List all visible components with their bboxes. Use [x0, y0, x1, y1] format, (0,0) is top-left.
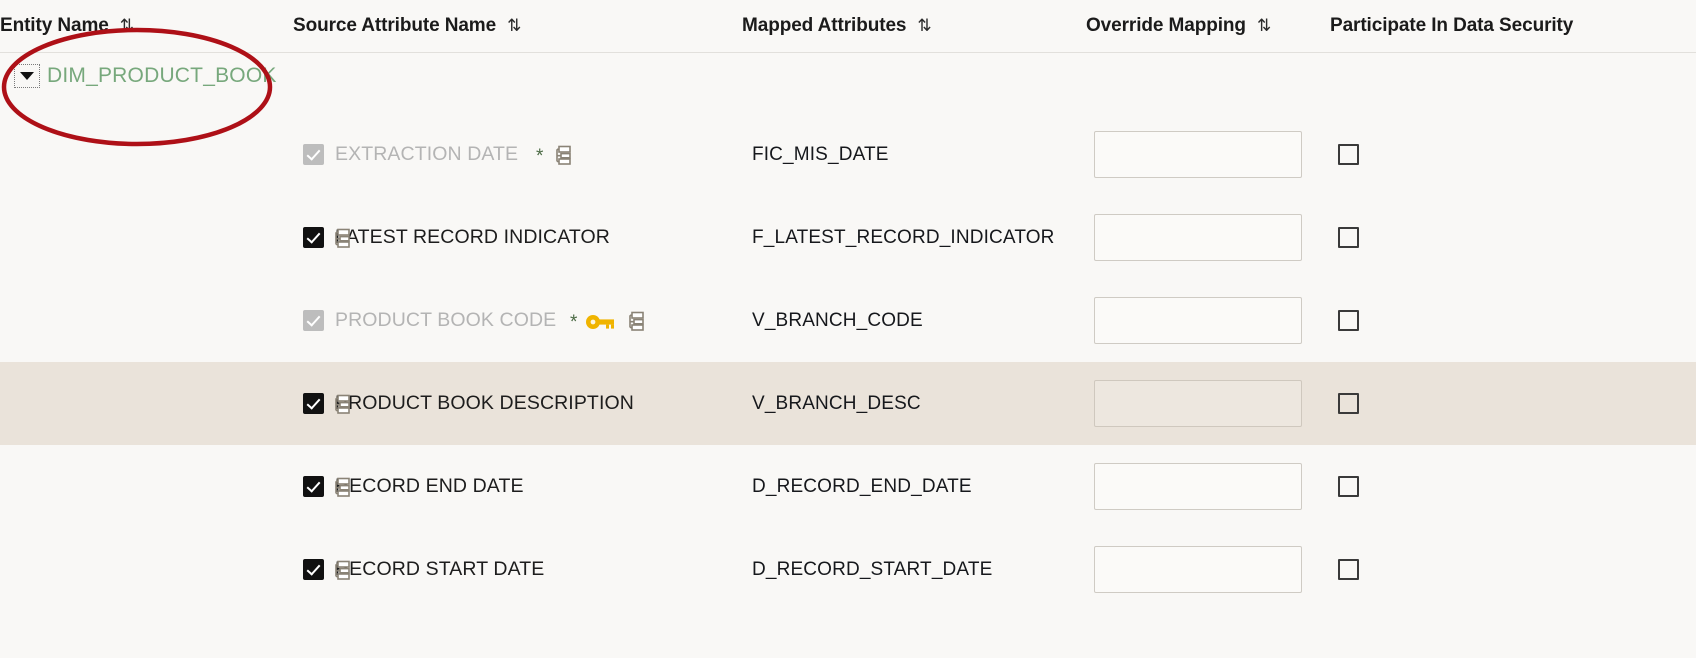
mapped-attribute-cell: V_BRANCH_DESC [752, 362, 921, 445]
hierarchy-icon[interactable] [330, 393, 352, 415]
override-mapping-cell [1094, 445, 1302, 528]
source-attribute-label: PRODUCT BOOK DESCRIPTION [335, 392, 634, 414]
override-mapping-input[interactable] [1094, 463, 1302, 510]
column-header-entity-name[interactable]: Entity Name ⇅ [0, 0, 134, 52]
attribute-markers [330, 559, 352, 581]
sort-updown-icon[interactable]: ⇅ [1257, 17, 1271, 34]
hierarchy-icon[interactable] [330, 227, 352, 249]
source-attribute-checkbox[interactable] [303, 559, 324, 580]
column-header-source-attribute-name[interactable]: Source Attribute Name ⇅ [293, 0, 521, 52]
source-attribute-checkbox [303, 144, 324, 165]
mapped-attribute-cell: F_LATEST_RECORD_INDICATOR [752, 196, 1055, 279]
override-mapping-cell [1094, 113, 1302, 196]
source-attribute-cell: PRODUCT BOOK CODE [303, 279, 556, 362]
source-attribute-label: RECORD START DATE [335, 558, 545, 580]
table-row[interactable]: RECORD END DATE D_RECORD_END_DATE [0, 445, 1696, 528]
sort-updown-icon[interactable]: ⇅ [917, 17, 931, 34]
attribute-markers [330, 476, 352, 498]
source-attribute-checkbox[interactable] [303, 476, 324, 497]
table-header-row: Entity Name ⇅ Source Attribute Name ⇅ Ma… [0, 0, 1696, 53]
participate-in-data-security-cell [1338, 196, 1359, 279]
required-marker: * [536, 146, 544, 167]
column-header-label: Entity Name [0, 15, 109, 36]
table-row[interactable]: RECORD START DATE D_RECORD_START_DATE [0, 528, 1696, 611]
column-header-label: Participate In Data Security [1330, 15, 1574, 36]
triangle-down-glyph [20, 72, 34, 80]
participate-in-data-security-checkbox[interactable] [1338, 310, 1359, 331]
override-mapping-input[interactable] [1094, 546, 1302, 593]
column-header-override-mapping[interactable]: Override Mapping ⇅ [1086, 0, 1271, 52]
participate-in-data-security-cell [1338, 113, 1359, 196]
mapped-attribute-cell: D_RECORD_END_DATE [752, 445, 972, 528]
participate-in-data-security-cell [1338, 528, 1359, 611]
mapped-attribute-value: D_RECORD_END_DATE [752, 475, 972, 497]
column-header-label: Mapped Attributes [742, 15, 907, 36]
participate-in-data-security-checkbox[interactable] [1338, 227, 1359, 248]
triangle-down-icon[interactable] [14, 64, 40, 88]
mapped-attribute-value: F_LATEST_RECORD_INDICATOR [752, 226, 1055, 248]
table-row[interactable]: PRODUCT BOOK DESCRIPTION V_BRANCH_DESC [0, 362, 1696, 445]
mapped-attribute-value: FIC_MIS_DATE [752, 143, 889, 165]
participate-in-data-security-checkbox[interactable] [1338, 393, 1359, 414]
source-attribute-checkbox[interactable] [303, 227, 324, 248]
entity-name-cell: DIM_PRODUCT_BOOK [14, 64, 277, 88]
participate-in-data-security-checkbox[interactable] [1338, 476, 1359, 497]
attribute-markers [330, 227, 352, 249]
source-attribute-cell: PRODUCT BOOK DESCRIPTION [303, 362, 634, 445]
attribute-markers [330, 393, 352, 415]
source-attribute-label: RECORD END DATE [335, 475, 524, 497]
source-attribute-cell: EXTRACTION DATE [303, 113, 518, 196]
override-mapping-cell [1094, 196, 1302, 279]
sort-updown-icon[interactable]: ⇅ [120, 17, 134, 34]
source-attribute-label: EXTRACTION DATE [335, 143, 519, 165]
primary-key-icon [585, 313, 615, 331]
mapped-attribute-value: D_RECORD_START_DATE [752, 558, 993, 580]
entity-name-link[interactable]: DIM_PRODUCT_BOOK [47, 64, 277, 88]
override-mapping-input[interactable] [1094, 214, 1302, 261]
column-header-participate-in-data-security[interactable]: Participate In Data Security [1330, 0, 1573, 52]
participate-in-data-security-cell [1338, 445, 1359, 528]
participate-in-data-security-checkbox[interactable] [1338, 144, 1359, 165]
mapped-attribute-value: V_BRANCH_DESC [752, 392, 921, 414]
override-mapping-input[interactable] [1094, 131, 1302, 178]
participate-in-data-security-checkbox[interactable] [1338, 559, 1359, 580]
override-mapping-input[interactable] [1094, 297, 1302, 344]
mapped-attribute-cell: D_RECORD_START_DATE [752, 528, 992, 611]
mapped-attribute-cell: V_BRANCH_CODE [752, 279, 923, 362]
hierarchy-icon[interactable] [330, 559, 352, 581]
entity-attribute-mapping-grid: Entity Name ⇅ Source Attribute Name ⇅ Ma… [0, 0, 1696, 658]
hierarchy-icon[interactable] [330, 476, 352, 498]
participate-in-data-security-cell [1338, 362, 1359, 445]
override-mapping-cell [1094, 528, 1302, 611]
override-mapping-cell [1094, 362, 1302, 445]
hierarchy-icon[interactable] [551, 144, 573, 166]
participate-in-data-security-cell [1338, 279, 1359, 362]
source-attribute-label: PRODUCT BOOK CODE [335, 309, 557, 331]
sort-updown-icon[interactable]: ⇅ [507, 17, 521, 34]
hierarchy-icon[interactable] [624, 310, 646, 332]
column-header-label: Source Attribute Name [293, 15, 497, 36]
table-row[interactable]: EXTRACTION DATE * FIC_MIS_DATE [0, 113, 1696, 196]
source-attribute-label: LATEST RECORD INDICATOR [335, 226, 610, 248]
override-mapping-cell [1094, 279, 1302, 362]
column-header-label: Override Mapping [1086, 15, 1246, 36]
attribute-markers: * [536, 144, 573, 166]
required-marker: * [570, 312, 578, 333]
attribute-markers: * [570, 310, 646, 332]
column-header-mapped-attributes[interactable]: Mapped Attributes ⇅ [742, 0, 932, 52]
source-attribute-checkbox [303, 310, 324, 331]
override-mapping-input[interactable] [1094, 380, 1302, 427]
table-row[interactable]: LATEST RECORD INDICATOR F_LATEST_RECORD_I… [0, 196, 1696, 279]
mapped-attribute-cell: FIC_MIS_DATE [752, 113, 889, 196]
table-row[interactable]: PRODUCT BOOK CODE * V_BRANCH_CODE [0, 279, 1696, 362]
entity-row: DIM_PRODUCT_BOOK [0, 53, 1696, 113]
mapped-attribute-value: V_BRANCH_CODE [752, 309, 923, 331]
source-attribute-checkbox[interactable] [303, 393, 324, 414]
table-body: EXTRACTION DATE * FIC_MIS_DATE LATEST RECOR… [0, 113, 1696, 611]
